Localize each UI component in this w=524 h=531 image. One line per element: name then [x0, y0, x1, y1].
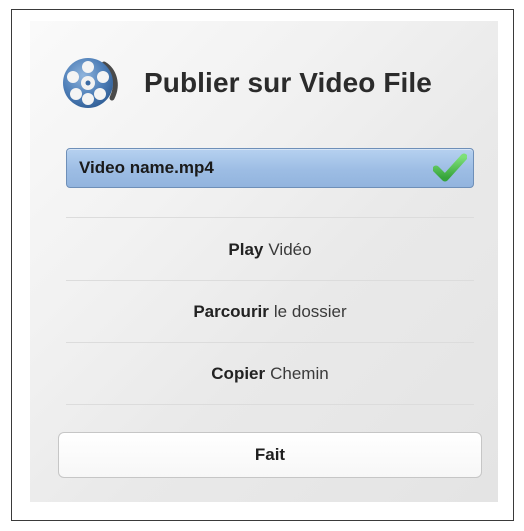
dialog-title: Publier sur Video File [144, 67, 432, 98]
divider [66, 404, 474, 405]
file-name: Video name.mp4 [79, 158, 214, 177]
film-reel-icon [62, 54, 120, 112]
browse-folder-button[interactable]: Parcourir le dossier [66, 282, 474, 342]
action-verb: Play [228, 240, 264, 259]
done-button[interactable]: Fait [58, 432, 482, 478]
divider [66, 217, 474, 218]
copy-path-button[interactable]: Copier Chemin [66, 344, 474, 404]
action-verb: Parcourir [193, 302, 269, 321]
action-label: Vidéo [268, 240, 312, 259]
publish-dialog: Publier sur Video File Video name.mp4 Pl… [30, 21, 498, 502]
action-label: le dossier [273, 302, 347, 321]
selected-file-field[interactable]: Video name.mp4 [66, 148, 474, 188]
divider [66, 342, 474, 343]
divider [66, 280, 474, 281]
action-verb: Copier [211, 364, 266, 383]
checkmark-icon [432, 152, 468, 184]
action-label: Chemin [270, 364, 329, 383]
dialog-header: Publier sur Video File [62, 54, 432, 112]
play-video-button[interactable]: Play Vidéo [66, 220, 474, 280]
